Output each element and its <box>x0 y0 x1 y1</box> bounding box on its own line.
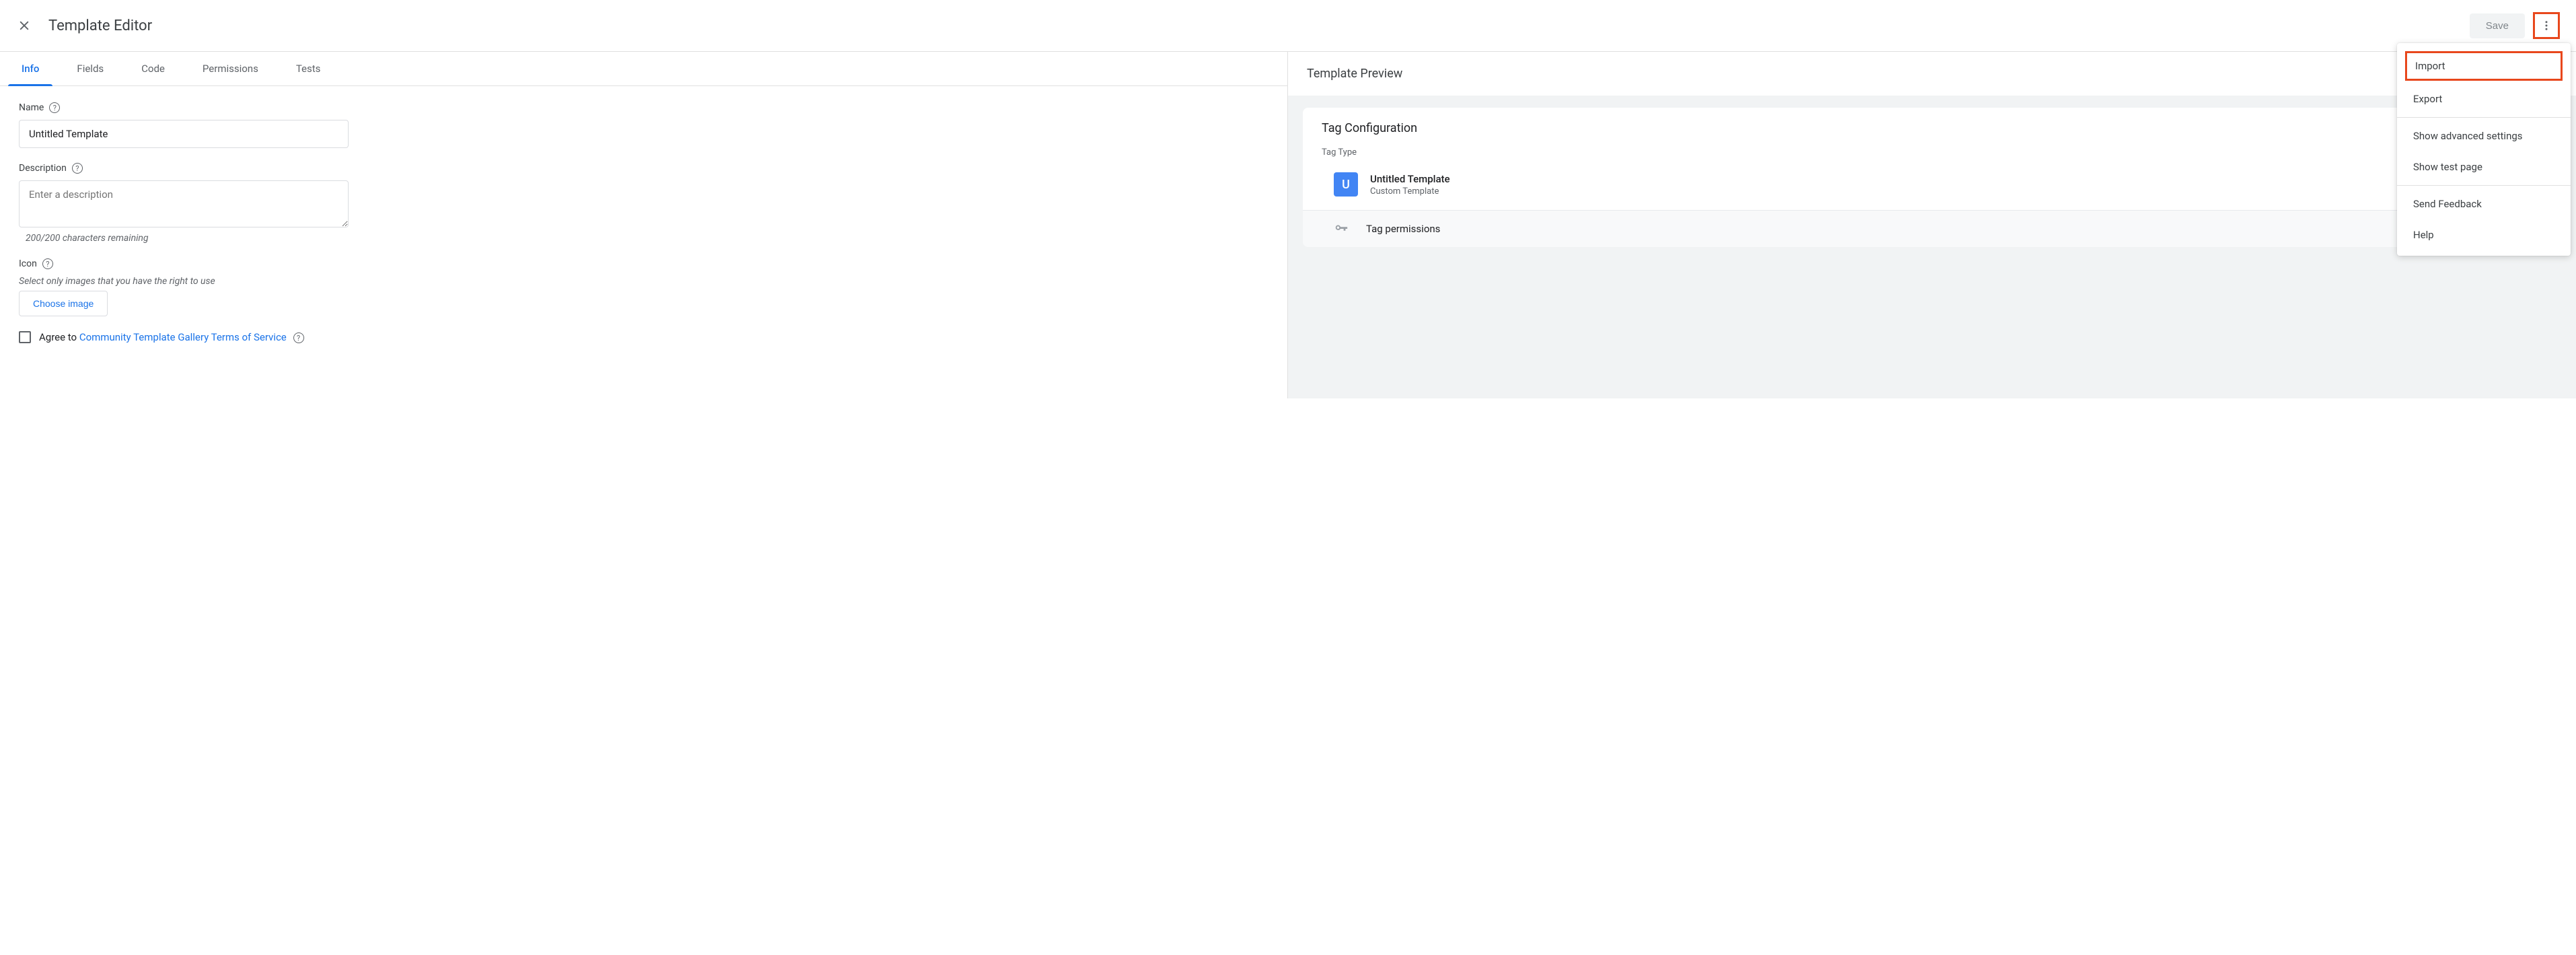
more-vert-icon <box>2540 20 2552 32</box>
tab-tests[interactable]: Tests <box>277 52 340 85</box>
agree-checkbox[interactable] <box>19 331 31 343</box>
name-field: Name ? <box>19 102 1268 148</box>
agree-text: Agree to Community Template Gallery Term… <box>39 331 304 343</box>
tag-name: Untitled Template <box>1370 173 1450 185</box>
agree-row: Agree to Community Template Gallery Term… <box>19 331 1268 343</box>
agree-prefix: Agree to <box>39 331 79 343</box>
name-label-row: Name ? <box>19 102 1268 113</box>
menu-show-test-page[interactable]: Show test page <box>2397 151 2571 182</box>
icon-label: Icon <box>19 258 37 269</box>
description-label: Description <box>19 163 67 174</box>
tag-icon: U <box>1334 172 1358 197</box>
menu-export[interactable]: Export <box>2397 83 2571 114</box>
tag-config-card: Tag Configuration Tag Type U Untitled Te… <box>1303 108 2561 247</box>
page-title: Template Editor <box>48 17 152 34</box>
tag-subtext: Custom Template <box>1370 186 1450 197</box>
preview-pane: Template Preview Tag Configuration Tag T… <box>1288 52 2576 398</box>
name-label: Name <box>19 102 44 113</box>
tab-info[interactable]: Info <box>3 52 58 85</box>
preview-title: Template Preview <box>1288 52 2576 96</box>
tab-permissions[interactable]: Permissions <box>184 52 277 85</box>
menu-advanced-settings[interactable]: Show advanced settings <box>2397 120 2571 151</box>
icon-helper: Select only images that you have the rig… <box>19 276 1268 287</box>
choose-image-button[interactable]: Choose image <box>19 291 108 316</box>
name-input[interactable] <box>19 120 349 148</box>
form-area: Name ? Description ? 200/200 characters … <box>0 86 1287 359</box>
terms-link[interactable]: Community Template Gallery Terms of Serv… <box>79 331 287 343</box>
menu-separator <box>2397 185 2571 186</box>
help-icon[interactable]: ? <box>72 163 83 174</box>
close-icon <box>17 19 31 32</box>
tab-fields[interactable]: Fields <box>58 52 122 85</box>
more-menu-dropdown: Import Export Show advanced settings Sho… <box>2397 43 2571 256</box>
key-icon <box>1334 221 1349 236</box>
close-button[interactable] <box>16 17 32 34</box>
icon-label-row: Icon ? <box>19 258 1268 269</box>
more-menu-button[interactable] <box>2533 12 2560 39</box>
content: Info Fields Code Permissions Tests Name … <box>0 51 2576 398</box>
menu-import[interactable]: Import <box>2407 53 2561 79</box>
tag-permissions-row[interactable]: Tag permissions <box>1303 210 2561 247</box>
tag-row[interactable]: U Untitled Template Custom Template <box>1322 167 2542 210</box>
tag-type-label: Tag Type <box>1322 147 2542 157</box>
description-input[interactable] <box>19 180 349 227</box>
save-button[interactable]: Save <box>2470 13 2525 38</box>
description-label-row: Description ? <box>19 163 1268 174</box>
header: Template Editor Save Import Export Show … <box>0 0 2576 51</box>
menu-help[interactable]: Help <box>2397 219 2571 250</box>
permissions-label: Tag permissions <box>1366 223 1440 235</box>
menu-send-feedback[interactable]: Send Feedback <box>2397 188 2571 219</box>
highlight-import: Import <box>2405 51 2563 81</box>
icon-field: Icon ? Select only images that you have … <box>19 258 1268 316</box>
description-helper: 200/200 characters remaining <box>26 233 1268 244</box>
tabs: Info Fields Code Permissions Tests <box>0 52 1287 86</box>
help-icon[interactable]: ? <box>49 102 60 113</box>
tag-info: Untitled Template Custom Template <box>1370 173 1450 197</box>
editor-pane: Info Fields Code Permissions Tests Name … <box>0 52 1288 398</box>
preview-body: Tag Configuration Tag Type U Untitled Te… <box>1288 96 2576 398</box>
help-icon[interactable]: ? <box>42 258 53 269</box>
help-icon[interactable]: ? <box>293 332 304 343</box>
menu-separator <box>2397 117 2571 118</box>
card-title: Tag Configuration <box>1322 121 2542 135</box>
description-field: Description ? 200/200 characters remaini… <box>19 163 1268 244</box>
tab-code[interactable]: Code <box>122 52 184 85</box>
header-actions: Save <box>2470 12 2560 39</box>
